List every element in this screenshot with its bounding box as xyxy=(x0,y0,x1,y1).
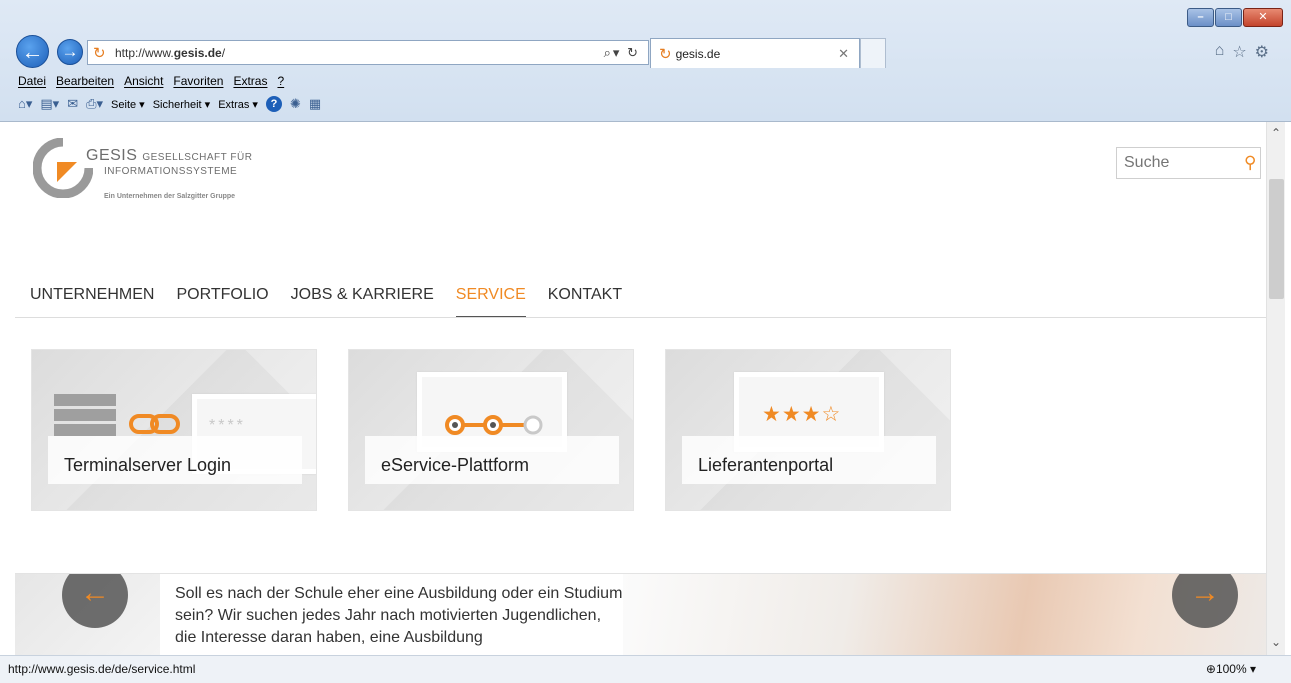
browser-chrome: – □ ✕ ← → ↻ http://www.gesis.de/ ⌕▾ ↻ ↻ … xyxy=(0,0,1291,122)
nav-kontakt[interactable]: KONTAKT xyxy=(548,286,622,318)
zoom-level: 100% xyxy=(1215,662,1247,676)
status-url: http://www.gesis.de/de/service.html xyxy=(8,662,196,676)
research-icon[interactable]: ✺ xyxy=(290,96,301,112)
banner-text: Soll es nach der Schule eher eine Ausbil… xyxy=(175,585,623,646)
command-bar: ⌂▾ ▤▾ ✉ ⎙▾ Seite ▾ Sicherheit ▾ Extras ▾… xyxy=(18,96,321,112)
settings-gear-icon[interactable]: ⚙ xyxy=(1255,42,1269,62)
site-favicon-icon: ↻ xyxy=(93,44,106,62)
scroll-up-icon[interactable]: ⌃ xyxy=(1271,126,1281,140)
site-search: ⚲ xyxy=(1116,147,1261,179)
nav-service[interactable]: SERVICE xyxy=(455,286,526,318)
tile-lieferantenportal[interactable]: ★★★☆ Lieferantenportal xyxy=(665,349,951,511)
menu-bar: Datei Bearbeiten Ansicht Favoriten Extra… xyxy=(18,74,284,88)
menu-help[interactable]: ? xyxy=(277,74,284,88)
browser-toolbar-right: ⌂ ☆ ⚙ xyxy=(1215,42,1269,62)
logo-main: GESIS xyxy=(86,147,138,164)
search-icon[interactable]: ⚲ xyxy=(1244,153,1256,173)
help-icon[interactable]: ? xyxy=(265,96,282,112)
menu-extras[interactable]: Extras xyxy=(233,74,267,88)
zoom-icon: ⊕ xyxy=(1205,662,1216,676)
home-icon[interactable]: ⌂ xyxy=(1215,42,1225,62)
menu-datei[interactable]: Datei xyxy=(18,74,46,88)
server-stack-icon xyxy=(54,394,116,436)
tab-favicon-icon: ↻ xyxy=(659,45,672,63)
nav-jobs-karriere[interactable]: JOBS & KARRIERE xyxy=(291,286,434,318)
banner-photo xyxy=(623,574,1266,655)
tab-close-icon[interactable]: ✕ xyxy=(838,46,849,62)
mail-icon[interactable]: ✉ xyxy=(67,96,78,112)
menu-bearbeiten[interactable]: Bearbeiten xyxy=(56,74,114,88)
tile-label: Terminalserver Login xyxy=(64,455,232,475)
status-bar: http://www.gesis.de/de/service.html ⊕100… xyxy=(0,655,1291,683)
logo-company-name: GESIS GESELLSCHAFT FÜR xyxy=(86,147,252,165)
address-bar[interactable]: ↻ http://www.gesis.de/ ⌕▾ ↻ xyxy=(87,40,649,65)
page-viewport: GESIS GESELLSCHAFT FÜR INFORMATIONSSYSTE… xyxy=(15,122,1266,655)
window-controls: – □ ✕ xyxy=(1186,8,1283,27)
browser-tab[interactable]: ↻ gesis.de ✕ xyxy=(650,38,860,68)
nav-divider xyxy=(15,317,1266,318)
vertical-scrollbar[interactable]: ⌃ ⌄ xyxy=(1266,122,1285,655)
print-icon[interactable]: ⎙▾ xyxy=(86,96,103,112)
arrow-left-icon: ← xyxy=(21,38,44,64)
extras-menu[interactable]: Extras ▾ xyxy=(218,98,258,111)
rating-stars-icon: ★★★☆ xyxy=(762,403,842,426)
url-suffix: / xyxy=(221,45,226,60)
home-dropdown-icon[interactable]: ⌂▾ xyxy=(18,96,32,112)
nav-unternehmen[interactable]: UNTERNEHMEN xyxy=(30,286,154,318)
search-dropdown-icon[interactable]: ⌕▾ xyxy=(604,45,622,60)
forward-button[interactable]: → xyxy=(57,39,83,65)
maximize-button[interactable]: □ xyxy=(1215,8,1242,27)
tile-label: Lieferantenportal xyxy=(698,455,834,475)
menu-ansicht[interactable]: Ansicht xyxy=(124,74,163,88)
security-menu[interactable]: Sicherheit ▾ xyxy=(153,98,211,111)
banner-slider: ← → Soll es nach der Schule eher eine Au… xyxy=(15,573,1266,655)
scroll-thumb[interactable] xyxy=(1269,179,1284,299)
menu-favoriten[interactable]: Favoriten xyxy=(173,74,223,88)
url-domain: gesis.de xyxy=(173,45,222,60)
tab-title: gesis.de xyxy=(675,46,721,61)
logo-line1-rest: GESELLSCHAFT FÜR xyxy=(142,152,253,163)
new-tab-button[interactable] xyxy=(860,38,886,68)
back-button[interactable]: ← xyxy=(16,35,49,68)
search-input[interactable] xyxy=(1124,154,1234,172)
tile-label: eService-Plattform xyxy=(381,455,530,475)
address-url[interactable]: http://www.gesis.de/ xyxy=(115,46,604,60)
url-prefix: http://www. xyxy=(115,45,174,60)
close-window-button[interactable]: ✕ xyxy=(1243,8,1283,27)
logo-line2: INFORMATIONSSYSTEME xyxy=(104,166,238,177)
favorites-star-icon[interactable]: ☆ xyxy=(1232,42,1246,62)
scroll-down-icon[interactable]: ⌄ xyxy=(1271,635,1281,649)
onenote-icon[interactable]: ▦ xyxy=(309,96,321,112)
gesis-logo-icon[interactable] xyxy=(33,138,93,198)
logo-tagline: Ein Unternehmen der Salzgitter Gruppe xyxy=(104,193,236,200)
page-menu[interactable]: Seite ▾ xyxy=(111,98,145,111)
process-steps-icon xyxy=(445,415,543,435)
feeds-icon[interactable]: ▤▾ xyxy=(40,96,59,112)
minimize-button[interactable]: – xyxy=(1187,8,1214,27)
main-navigation: UNTERNEHMEN PORTFOLIO JOBS & KARRIERE SE… xyxy=(30,286,644,318)
nav-portfolio[interactable]: PORTFOLIO xyxy=(176,286,268,318)
address-tools: ⌕▾ ↻ xyxy=(604,45,640,61)
refresh-icon[interactable]: ↻ xyxy=(627,45,640,60)
tile-eservice-plattform[interactable]: eService-Plattform xyxy=(348,349,634,511)
arrow-right-icon: → xyxy=(61,42,79,61)
zoom-control[interactable]: ⊕100% ▾ xyxy=(1206,662,1256,676)
password-mask: **** xyxy=(209,417,246,434)
tile-terminalserver-login[interactable]: **** Terminalserver Login xyxy=(31,349,317,511)
